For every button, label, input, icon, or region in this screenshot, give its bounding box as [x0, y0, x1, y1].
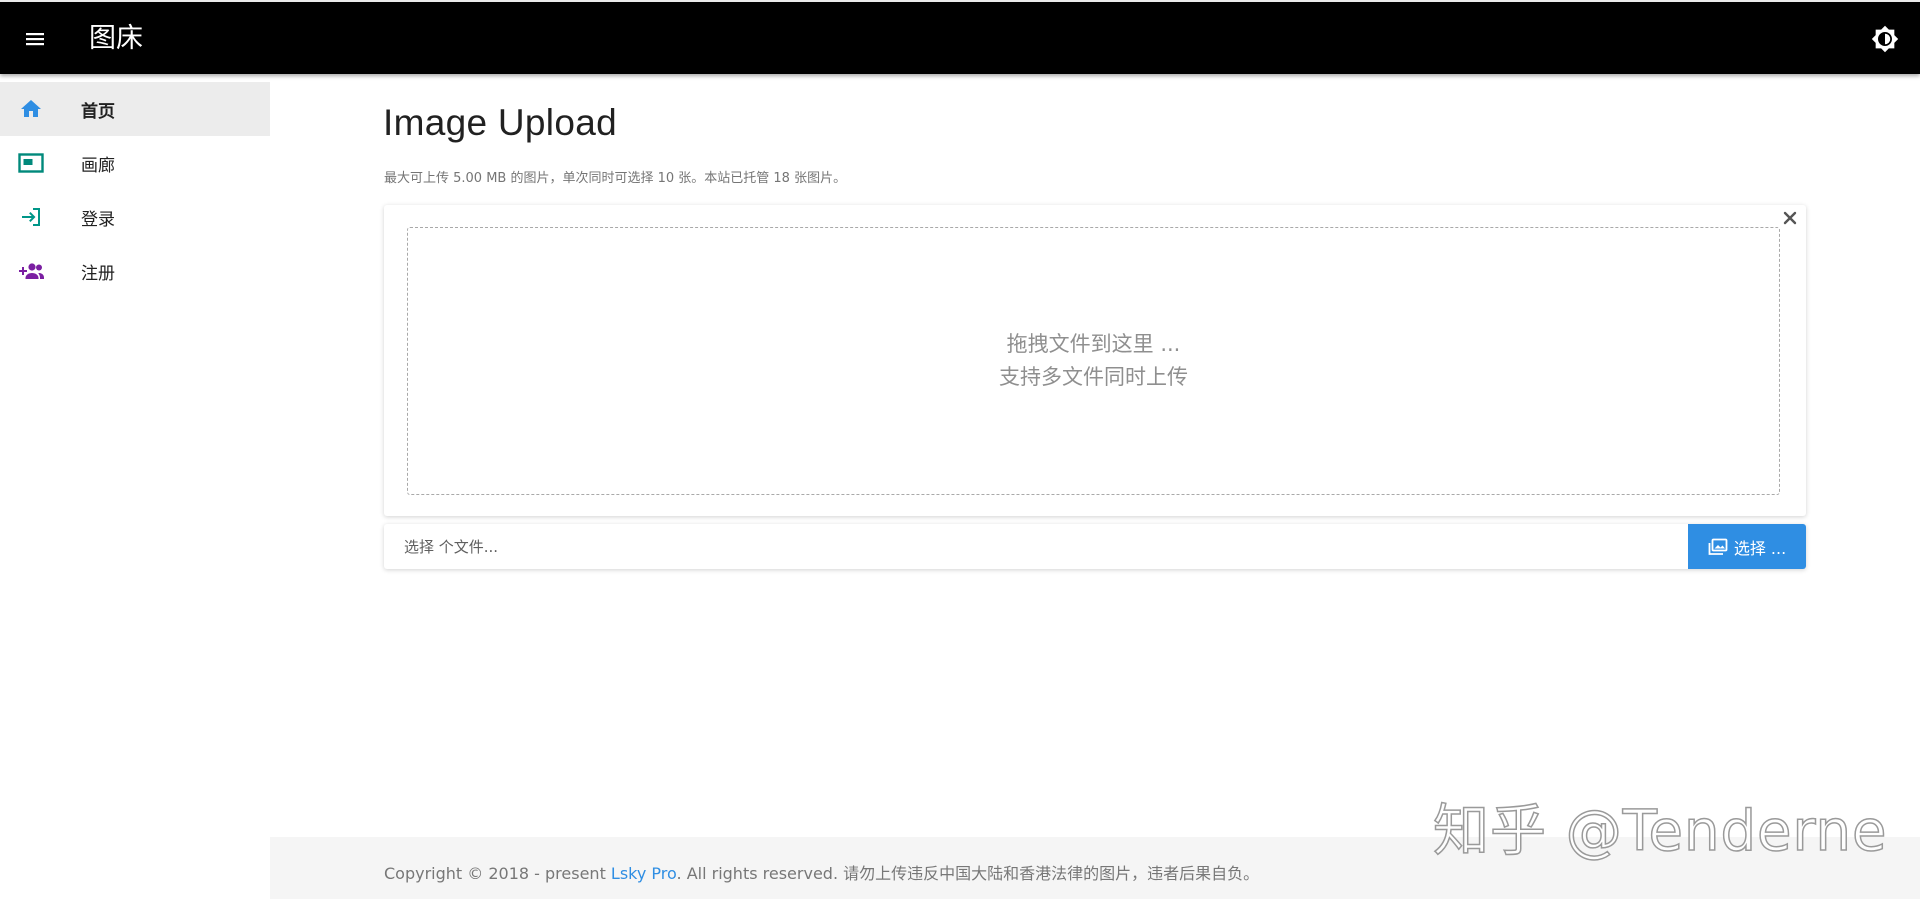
- sidebar-item-login[interactable]: 登录: [0, 190, 270, 244]
- choose-files-button[interactable]: 选择 ...: [1688, 524, 1806, 569]
- sidebar-item-label: 注册: [81, 263, 115, 284]
- file-picker-row: 选择 ...: [384, 524, 1806, 569]
- gallery-icon: [17, 149, 45, 177]
- theme-toggle-button[interactable]: [1864, 18, 1906, 60]
- app-title: 图床: [89, 23, 143, 54]
- upload-card: 拖拽文件到这里 ... 支持多文件同时上传: [384, 205, 1806, 516]
- images-icon: [1708, 538, 1728, 555]
- sidebar-item-home[interactable]: 首页: [0, 82, 270, 136]
- page-title: Image Upload: [383, 102, 617, 143]
- lsky-pro-link[interactable]: Lsky Pro: [611, 864, 677, 883]
- home-icon: [17, 95, 45, 123]
- drop-zone-hint: 拖拽文件到这里 ...: [1006, 332, 1181, 356]
- upload-limits-text: 最大可上传 5.00 MB 的图片，单次同时可选择 10 张。本站已托管 18 …: [384, 171, 847, 186]
- drop-zone-subhint: 支持多文件同时上传: [999, 365, 1188, 389]
- watermark: 知乎 @Tenderne: [1432, 798, 1888, 865]
- brightness-icon: [1871, 25, 1899, 53]
- copyright-text: Copyright © 2018 - present Lsky Pro. All…: [384, 860, 1259, 884]
- close-button[interactable]: [1780, 208, 1800, 228]
- choose-files-label: 选择 ...: [1733, 538, 1787, 558]
- sidebar: 首页 画廊 登录 注册: [0, 82, 270, 899]
- copyright-suffix: . All rights reserved. 请勿上传违反中国大陆和香港法律的图…: [676, 864, 1260, 883]
- sidebar-item-label: 登录: [81, 209, 115, 230]
- sidebar-item-label: 首页: [81, 101, 115, 122]
- copyright-prefix: Copyright © 2018 - present: [384, 864, 611, 883]
- drop-zone[interactable]: 拖拽文件到这里 ... 支持多文件同时上传: [407, 227, 1780, 495]
- login-icon: [17, 203, 45, 231]
- close-icon: [1783, 211, 1797, 225]
- file-caption-input[interactable]: [384, 524, 1689, 569]
- sidebar-item-gallery[interactable]: 画廊: [0, 136, 270, 190]
- app-bar: 图床: [0, 0, 1920, 74]
- menu-button[interactable]: [14, 18, 56, 60]
- menu-icon: [26, 33, 44, 46]
- sidebar-item-register[interactable]: 注册: [0, 244, 270, 298]
- sidebar-item-label: 画廊: [81, 155, 115, 176]
- add-user-icon: [17, 257, 45, 285]
